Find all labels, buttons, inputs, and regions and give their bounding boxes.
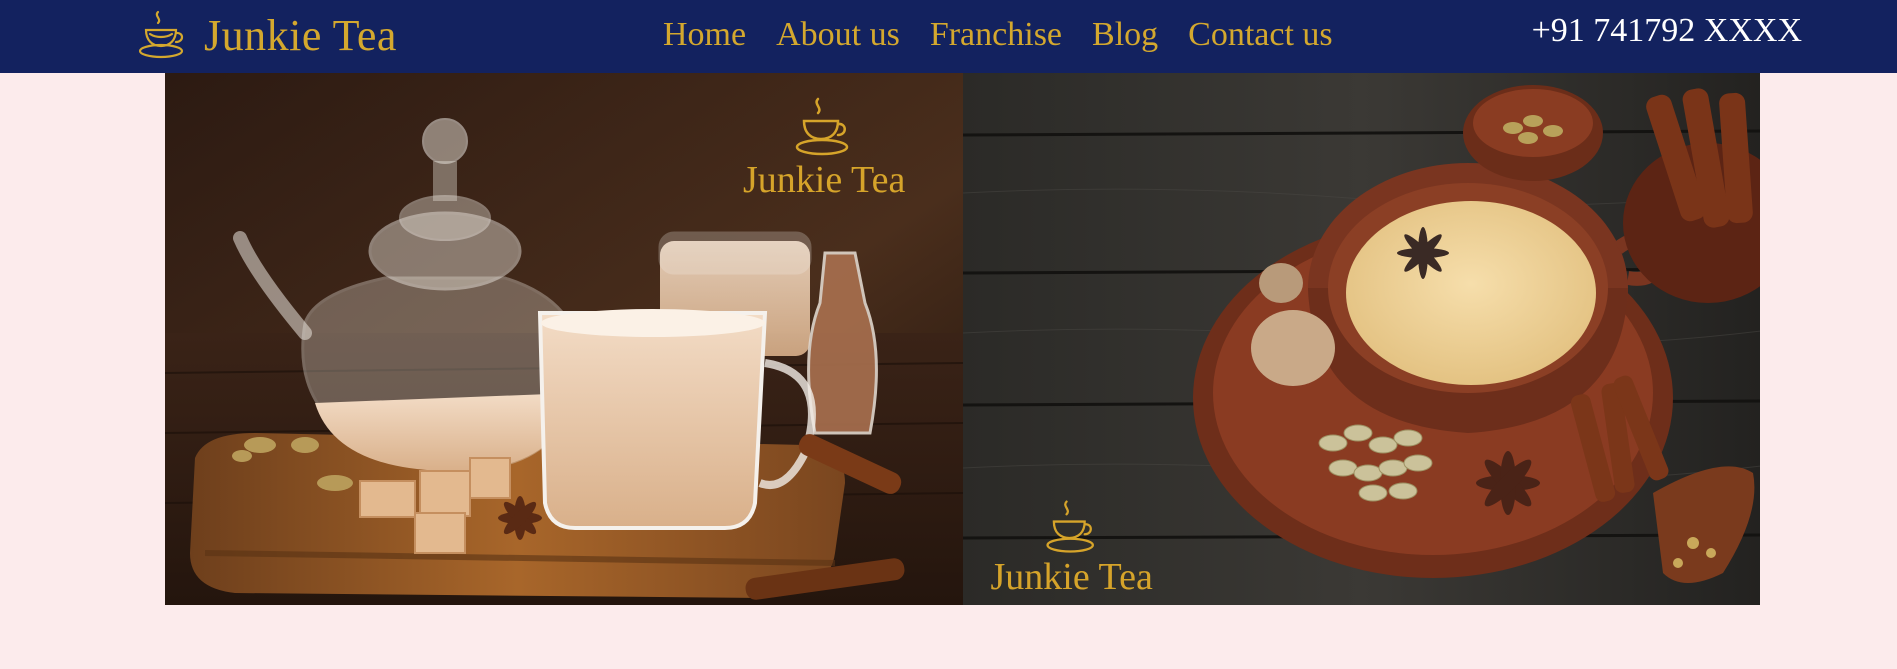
watermark-right: Junkie Tea: [991, 498, 1153, 596]
main-nav: Home About us Franchise Blog Contact us: [663, 12, 1363, 58]
teacup-watermark-icon: [794, 95, 854, 159]
hero-image-teapot: Junkie Tea: [165, 73, 963, 605]
watermark-left-text: Junkie Tea: [743, 159, 906, 201]
phone-number: +91 741792 XXXX: [1531, 12, 1802, 49]
hero-image-banner: Junkie Tea Junkie Tea: [165, 73, 1760, 605]
nav-contact-link[interactable]: Contact us: [1188, 18, 1332, 52]
nav-home-link[interactable]: Home: [663, 18, 746, 52]
teacup-watermark-icon: [1043, 498, 1101, 556]
watermark-right-text: Junkie Tea: [990, 556, 1153, 598]
top-navbar: Junkie Tea Home About us Franchise Blog …: [0, 0, 1897, 73]
teacup-logo-icon: [138, 8, 192, 65]
nav-franchise-link[interactable]: Franchise: [930, 18, 1062, 52]
hero-image-clay-cup: Junkie Tea: [962, 73, 1760, 605]
brand-name: Junkie Tea: [204, 11, 397, 60]
nav-blog-link[interactable]: Blog: [1092, 18, 1158, 52]
nav-about-link[interactable]: About us: [776, 18, 900, 52]
brand-logo-link[interactable]: Junkie Tea: [138, 8, 397, 64]
watermark-left: Junkie Tea: [743, 95, 905, 199]
